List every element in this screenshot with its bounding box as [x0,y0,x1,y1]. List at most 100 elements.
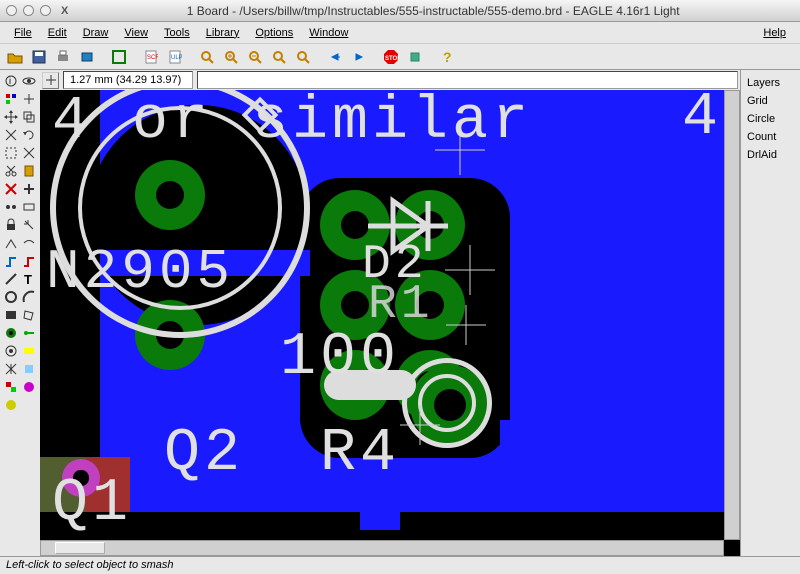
svg-text:?: ? [443,50,452,64]
auto-tool[interactable] [20,360,37,377]
svg-text:SCR: SCR [147,55,158,61]
cam-icon[interactable] [76,47,98,67]
panel-circle[interactable]: Circle [745,110,796,128]
polygon-tool[interactable] [20,306,37,323]
menu-draw[interactable]: Draw [75,25,117,41]
via-tool[interactable] [2,324,19,341]
svg-text:i: i [9,76,11,86]
copy-tool[interactable] [20,108,37,125]
delete-tool[interactable] [2,180,19,197]
drc-tool[interactable] [2,396,19,413]
menu-help[interactable]: Help [755,25,794,41]
silk-value: 100 [280,324,400,392]
script-icon[interactable]: SCR [140,47,162,67]
paste-tool[interactable] [20,162,37,179]
mark-tool[interactable] [20,90,37,107]
errors-tool[interactable] [20,378,37,395]
show-tool[interactable] [20,72,37,89]
print-icon[interactable] [52,47,74,67]
add-tool[interactable] [20,180,37,197]
circle-tool[interactable] [2,288,19,305]
optimize-tool[interactable] [20,234,37,251]
arc-tool[interactable] [20,288,37,305]
x-icon: X [61,5,68,17]
close-light[interactable] [6,5,17,16]
menu-edit[interactable]: Edit [40,25,75,41]
svg-text:T: T [24,272,32,286]
redo-icon[interactable] [348,47,370,67]
status-bar: Left-click to select object to smash [0,556,800,574]
silk-part-number: N2905 [46,240,234,304]
right-panel: Layers Grid Circle Count DrlAid [740,70,800,556]
silk-r4: R4 [320,420,400,488]
horizontal-scrollbar[interactable] [40,540,724,556]
svg-text:STOP: STOP [385,56,399,62]
display-tool[interactable] [2,90,19,107]
main-toolbar: SCR ULP STOP ? [0,44,800,70]
panel-drlaid[interactable]: DrlAid [745,146,796,164]
change-tool[interactable] [20,144,37,161]
split-tool[interactable] [2,234,19,251]
zoom-light[interactable] [40,5,51,16]
menu-library[interactable]: Library [198,25,248,41]
cut-tool[interactable] [2,162,19,179]
info-tool[interactable]: i [2,72,19,89]
replace-tool[interactable] [20,198,37,215]
menu-window[interactable]: Window [301,25,356,41]
menu-tools[interactable]: Tools [156,25,198,41]
erc-tool[interactable] [2,378,19,395]
move-tool[interactable] [2,108,19,125]
tool-palette: i T [0,70,40,556]
silk-corner: 4 [682,90,722,152]
menubar: File Edit Draw View Tools Library Option… [0,22,800,44]
text-tool[interactable]: T [20,270,37,287]
panel-count[interactable]: Count [745,128,796,146]
ratsnest-tool[interactable] [2,360,19,377]
vertical-scrollbar[interactable] [724,90,740,540]
titlebar: X 1 Board - /Users/billw/tmp/Instructabl… [0,0,800,22]
signal-tool[interactable] [20,324,37,341]
hole-tool[interactable] [2,342,19,359]
window-title: 1 Board - /Users/billw/tmp/Instructables… [72,4,794,18]
svg-text:ULP: ULP [171,55,182,61]
panel-grid[interactable]: Grid [745,92,796,110]
zoom-select-icon[interactable] [292,47,314,67]
zoom-fit-icon[interactable] [196,47,218,67]
save-icon[interactable] [28,47,50,67]
rect-tool[interactable] [2,306,19,323]
stop-icon[interactable]: STOP [380,47,402,67]
pinswap-tool[interactable] [2,198,19,215]
ripup-tool[interactable] [20,252,37,269]
open-icon[interactable] [4,47,26,67]
ulp-icon[interactable]: ULP [164,47,186,67]
smash-tool[interactable] [20,216,37,233]
command-input[interactable] [197,71,738,89]
menu-file[interactable]: File [6,25,40,41]
minimize-light[interactable] [23,5,34,16]
window-controls [6,5,51,16]
zoom-redraw-icon[interactable] [268,47,290,67]
rotate-tool[interactable] [20,126,37,143]
silk-r1: R1 [368,278,434,332]
attribute-tool[interactable] [20,342,37,359]
help-icon[interactable]: ? [436,47,458,67]
coordinate-bar: 1.27 mm (34.29 13.97) [40,70,740,90]
board-icon[interactable] [108,47,130,67]
silk-q2: Q2 [164,420,244,488]
zoom-out-icon[interactable] [244,47,266,67]
lock-tool[interactable] [2,216,19,233]
panel-layers[interactable]: Layers [745,74,796,92]
menu-view[interactable]: View [116,25,156,41]
group-tool[interactable] [2,144,19,161]
route-tool[interactable] [2,252,19,269]
silk-top-text: 4 or similar [52,90,532,156]
wire-tool[interactable] [2,270,19,287]
pcb-canvas[interactable]: 4 or similar N2905 100 D2 R1 Q2 R4 Q1 4 [40,90,724,540]
silk-q1: Q1 [52,470,132,538]
undo-icon[interactable] [324,47,346,67]
zoom-in-icon[interactable] [220,47,242,67]
mirror-tool[interactable] [2,126,19,143]
menu-options[interactable]: Options [247,25,301,41]
go-icon[interactable] [404,47,426,67]
origin-button[interactable] [42,72,59,89]
